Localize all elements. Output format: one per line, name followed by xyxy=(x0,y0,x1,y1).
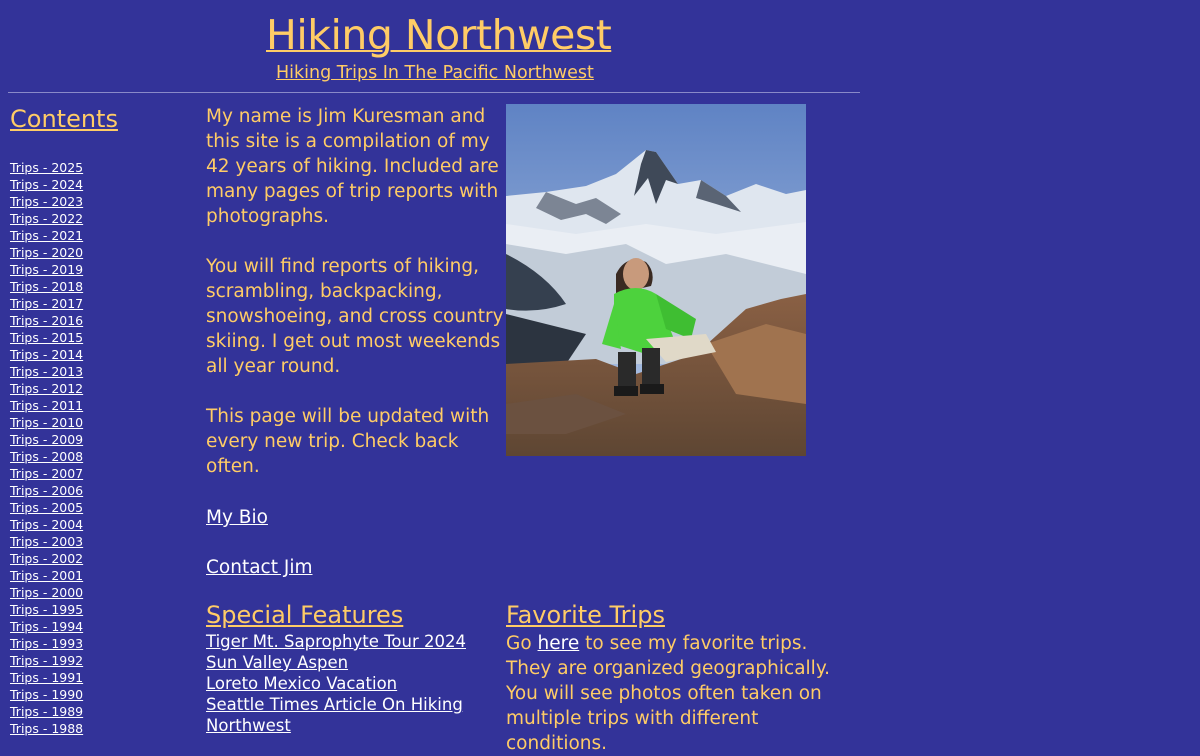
trip-link-2004[interactable]: Trips - 2004 xyxy=(10,517,83,532)
trip-link-2014[interactable]: Trips - 2014 xyxy=(10,347,83,362)
trip-link-2019[interactable]: Trips - 2019 xyxy=(10,262,83,277)
list-item: Trips - 2004 xyxy=(10,516,83,533)
list-item: Trips - 2021 xyxy=(10,227,83,244)
list-item: Trips - 2006 xyxy=(10,482,83,499)
list-item: Trips - 1994 xyxy=(10,618,83,635)
hiker-mountain-photo xyxy=(506,104,806,456)
list-item: Trips - 2001 xyxy=(10,567,83,584)
site-title[interactable]: Hiking Northwest xyxy=(266,10,612,60)
trip-link-2013[interactable]: Trips - 2013 xyxy=(10,364,83,379)
trip-link-2010[interactable]: Trips - 2010 xyxy=(10,415,83,430)
my-bio-link[interactable]: My Bio xyxy=(206,505,268,530)
trip-link-2018[interactable]: Trips - 2018 xyxy=(10,279,83,294)
list-item: Trips - 2017 xyxy=(10,295,83,312)
trip-link-2022[interactable]: Trips - 2022 xyxy=(10,211,83,226)
list-item: Trips - 1991 xyxy=(10,669,83,686)
contact-jim-link[interactable]: Contact Jim xyxy=(206,555,312,580)
trip-link-2012[interactable]: Trips - 2012 xyxy=(10,381,83,396)
intro-paragraph-1: My name is Jim Kuresman and this site is… xyxy=(206,106,499,227)
list-item: Trips - 2002 xyxy=(10,550,83,567)
special-feature-link[interactable]: Sun Valley Aspen xyxy=(206,653,348,672)
trip-link-2020[interactable]: Trips - 2020 xyxy=(10,245,83,260)
trip-link-2001[interactable]: Trips - 2001 xyxy=(10,568,83,583)
trip-link-2017[interactable]: Trips - 2017 xyxy=(10,296,83,311)
list-item: Trips - 2023 xyxy=(10,193,83,210)
trip-link-1991[interactable]: Trips - 1991 xyxy=(10,670,83,685)
list-item: Trips - 2015 xyxy=(10,329,83,346)
trip-link-2016[interactable]: Trips - 2016 xyxy=(10,313,83,328)
trip-link-2024[interactable]: Trips - 2024 xyxy=(10,177,83,192)
favorite-trips-text: Go here to see my favorite trips. They a… xyxy=(506,631,858,756)
list-item: Loreto Mexico Vacation xyxy=(206,673,486,694)
list-item: Trips - 2013 xyxy=(10,363,83,380)
list-item: Seattle Times Article On Hiking Northwes… xyxy=(206,694,486,736)
special-feature-link[interactable]: Seattle Times Article On Hiking Northwes… xyxy=(206,695,463,735)
site-subtitle[interactable]: Hiking Trips In The Pacific Northwest xyxy=(276,62,594,84)
trip-link-1994[interactable]: Trips - 1994 xyxy=(10,619,83,634)
list-item: Trips - 2022 xyxy=(10,210,83,227)
list-item: Trips - 1993 xyxy=(10,635,83,652)
trip-link-1992[interactable]: Trips - 1992 xyxy=(10,653,83,668)
list-item: Trips - 2014 xyxy=(10,346,83,363)
list-item: Trips - 2020 xyxy=(10,244,83,261)
list-item: Trips - 2025 xyxy=(10,159,83,176)
trip-link-2011[interactable]: Trips - 2011 xyxy=(10,398,83,413)
list-item: Trips - 2018 xyxy=(10,278,83,295)
list-item: Tiger Mt. Saprophyte Tour 2024 xyxy=(206,631,486,652)
header-divider xyxy=(8,92,860,93)
trip-link-2015[interactable]: Trips - 2015 xyxy=(10,330,83,345)
list-item: Trips - 2007 xyxy=(10,465,83,482)
special-features-heading[interactable]: Special Features xyxy=(206,600,403,630)
list-item: Trips - 2008 xyxy=(10,448,83,465)
list-item: Trips - 2005 xyxy=(10,499,83,516)
list-item: Trips - 2011 xyxy=(10,397,83,414)
list-item: Trips - 2024 xyxy=(10,176,83,193)
list-item: Sun Valley Aspen xyxy=(206,652,486,673)
contents-heading[interactable]: Contents xyxy=(10,104,118,134)
list-item: Trips - 2019 xyxy=(10,261,83,278)
trip-link-1990[interactable]: Trips - 1990 xyxy=(10,687,83,702)
trip-link-2007[interactable]: Trips - 2007 xyxy=(10,466,83,481)
favorite-trips-heading[interactable]: Favorite Trips xyxy=(506,600,665,630)
trip-link-1995[interactable]: Trips - 1995 xyxy=(10,602,83,617)
intro-paragraph-2: You will find reports of hiking, scrambl… xyxy=(206,256,504,377)
trip-link-2003[interactable]: Trips - 2003 xyxy=(10,534,83,549)
special-feature-link[interactable]: Tiger Mt. Saprophyte Tour 2024 xyxy=(206,632,466,651)
trip-year-list: Trips - 2025 Trips - 2024 Trips - 2023 T… xyxy=(10,159,83,737)
special-feature-link[interactable]: Loreto Mexico Vacation xyxy=(206,674,397,693)
list-item: Trips - 1995 xyxy=(10,601,83,618)
trip-link-1988[interactable]: Trips - 1988 xyxy=(10,721,83,736)
trip-link-2021[interactable]: Trips - 2021 xyxy=(10,228,83,243)
list-item: Trips - 2003 xyxy=(10,533,83,550)
intro-text: My name is Jim Kuresman and this site is… xyxy=(206,104,506,504)
list-item: Trips - 2010 xyxy=(10,414,83,431)
list-item: Trips - 1988 xyxy=(10,720,83,737)
list-item: Trips - 1992 xyxy=(10,652,83,669)
trip-link-2025[interactable]: Trips - 2025 xyxy=(10,160,83,175)
trip-link-1993[interactable]: Trips - 1993 xyxy=(10,636,83,651)
trip-link-1989[interactable]: Trips - 1989 xyxy=(10,704,83,719)
intro-paragraph-3: This page will be updated with every new… xyxy=(206,406,490,477)
trip-link-2000[interactable]: Trips - 2000 xyxy=(10,585,83,600)
trip-link-2009[interactable]: Trips - 2009 xyxy=(10,432,83,447)
list-item: Trips - 2012 xyxy=(10,380,83,397)
favorite-trips-text-before: Go xyxy=(506,633,538,654)
trip-link-2023[interactable]: Trips - 2023 xyxy=(10,194,83,209)
trip-link-2008[interactable]: Trips - 2008 xyxy=(10,449,83,464)
list-item: Trips - 2009 xyxy=(10,431,83,448)
favorite-trips-here-link[interactable]: here xyxy=(538,633,580,654)
list-item: Trips - 1990 xyxy=(10,686,83,703)
trip-link-2006[interactable]: Trips - 2006 xyxy=(10,483,83,498)
trip-link-2005[interactable]: Trips - 2005 xyxy=(10,500,83,515)
special-features-list: Tiger Mt. Saprophyte Tour 2024 Sun Valle… xyxy=(206,631,486,736)
list-item: Trips - 2016 xyxy=(10,312,83,329)
list-item: Trips - 2000 xyxy=(10,584,83,601)
trip-link-2002[interactable]: Trips - 2002 xyxy=(10,551,83,566)
list-item: Trips - 1989 xyxy=(10,703,83,720)
